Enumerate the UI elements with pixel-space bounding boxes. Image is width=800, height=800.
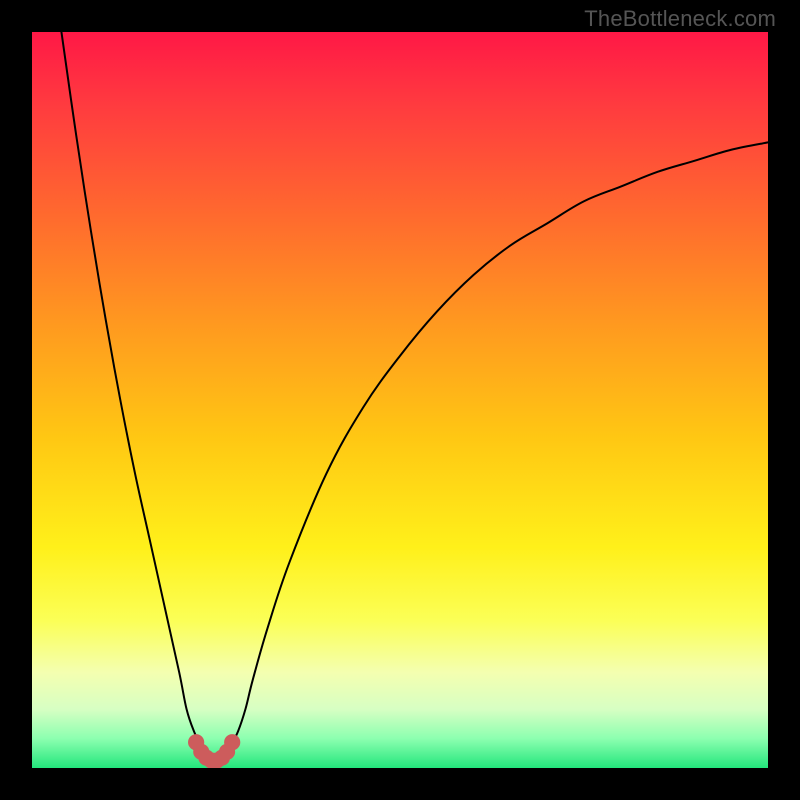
plot-area [32, 32, 768, 768]
gradient-bg [32, 32, 768, 768]
watermark-text: TheBottleneck.com [584, 6, 776, 32]
chart-frame: TheBottleneck.com [0, 0, 800, 800]
marker-dot [224, 734, 240, 750]
bottleneck-chart [32, 32, 768, 768]
